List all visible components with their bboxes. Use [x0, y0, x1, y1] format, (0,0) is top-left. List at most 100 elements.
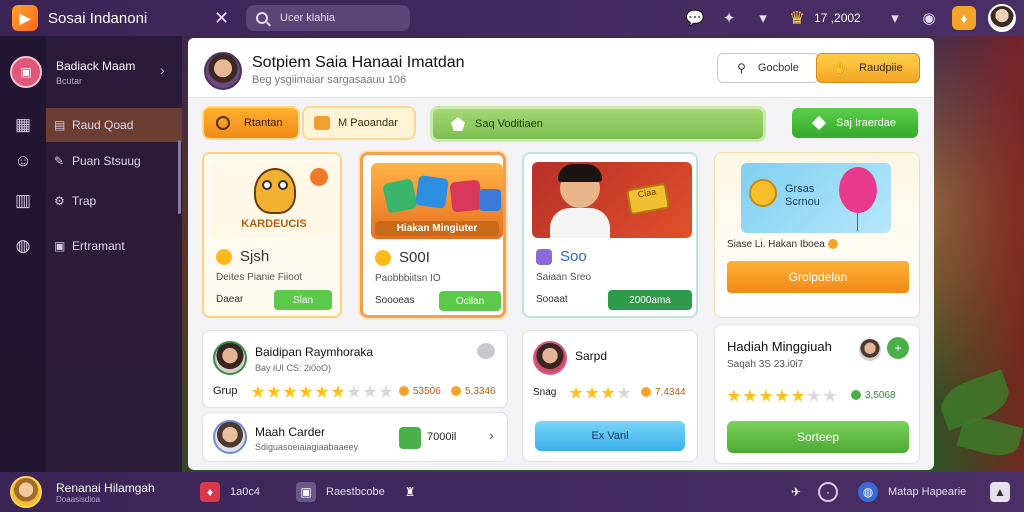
diamond-icon — [811, 115, 827, 131]
card-meta: Daear — [216, 294, 244, 305]
stat-value: 53506 — [399, 386, 441, 397]
button-label: Slan — [292, 294, 313, 306]
chat-icon[interactable]: 💬 — [684, 7, 706, 29]
card-action-button[interactable]: Ocilan — [439, 291, 501, 311]
card-action-button[interactable]: 2000ama — [608, 290, 692, 310]
list-item-sub: Bay iUI CS: 2i0oO) — [255, 363, 332, 373]
add-icon[interactable]: + — [887, 337, 909, 359]
settings-icon[interactable]: ▾ — [752, 7, 774, 29]
list-item-label: Grup — [213, 385, 238, 397]
star-icon — [569, 386, 583, 399]
card-title-text: Sjsh — [240, 248, 270, 265]
list-item-name: Baidipan Raymhoraka — [255, 345, 374, 359]
bottom-user-name: Renanai Hilamgah — [56, 480, 155, 495]
list-item[interactable]: Sarpd Snag 7,4344 Ex Vanl — [522, 330, 698, 462]
list-item[interactable]: Baidipan Raymhoraka Bay iUI CS: 2i0oO) G… — [202, 330, 508, 408]
tab-label: Rtantan — [244, 117, 283, 129]
store-icon: ▦ — [14, 115, 32, 134]
megaphone-icon: ✈ — [790, 485, 802, 499]
search-input[interactable]: Ucer klahia — [246, 5, 410, 31]
bottom-item-megaphone[interactable]: ✈ — [786, 482, 816, 502]
gamepad-icon[interactable]: ✦ — [718, 7, 740, 29]
chevron-right-icon[interactable]: › — [489, 427, 494, 443]
card-title: Sjsh — [216, 248, 269, 265]
list-item[interactable]: Maah Carder Sdiguasoeiaiagiaabaaeey 7000… — [202, 412, 508, 462]
chevron-up-icon: ▲ — [990, 482, 1010, 502]
list-item-name: Sarpd — [575, 349, 608, 363]
gift-icon: ♦ — [200, 482, 220, 502]
coin-icon — [641, 387, 651, 398]
list-item-value: 7000il — [427, 431, 457, 443]
sidebar-item-raud-qoad[interactable]: ▦ ▤ Raud Qoad — [0, 108, 182, 142]
settings-icon: ◍ — [15, 236, 31, 255]
main-panel: Sotpiem Saia Hanaai Imatdan Beg ysgiimai… — [188, 38, 934, 470]
avatar — [533, 341, 567, 375]
sidebar-item-label: Ertramant — [72, 239, 125, 253]
avatar[interactable] — [988, 4, 1016, 32]
bottom-item-shield[interactable]: · — [818, 482, 848, 502]
star-icon — [363, 385, 377, 398]
gift-icon[interactable]: ♦ — [952, 6, 976, 30]
promo-action-button[interactable]: Grolpdelan — [727, 261, 909, 293]
list-item[interactable]: Hadiah Minggiuah + Saqah 3S 23.i0i7 3,50… — [714, 324, 920, 464]
app-logo[interactable]: ▶ — [12, 5, 38, 31]
close-icon[interactable]: ✕ — [214, 8, 234, 29]
profile-subtitle: Bcutar — [56, 75, 83, 86]
tab-paoandar[interactable]: M Paoandar — [302, 106, 416, 140]
store-small-icon: ▤ — [54, 118, 66, 132]
raudpiie-button[interactable]: ✋ Raudpiie — [816, 53, 920, 83]
card-title: Soo — [536, 248, 587, 265]
thumbnail-text: Grsas Scrnou — [785, 183, 820, 208]
game-card[interactable]: Ciaa Soo Saiaan Sreo Sooaat 2000ama — [522, 152, 698, 318]
card-action-button[interactable]: Slan — [274, 290, 332, 310]
star-icon — [617, 386, 631, 399]
ex-vanl-button[interactable]: Ex Vanl — [535, 421, 685, 451]
category-search-bar[interactable]: Saq Voditiaen — [430, 106, 766, 142]
controller-icon[interactable]: ◉ — [918, 7, 940, 29]
scroll-up-button[interactable]: ▲ — [990, 482, 1020, 502]
bottom-item-label: 1a0c4 — [230, 486, 260, 498]
sidebar-profile[interactable]: ▣ Badiack Maam Bcutar › — [10, 56, 165, 88]
star-icon — [791, 389, 805, 402]
game-card[interactable]: Hiakan Mingiuter S00I Paobbbiitsn IO Soo… — [360, 152, 506, 318]
star-icon — [775, 389, 789, 402]
stat-value: 3,5068 — [851, 390, 896, 401]
avatar[interactable] — [204, 52, 242, 90]
bottom-item-label: Matap Hapearie — [888, 486, 967, 498]
star-icon — [315, 385, 329, 398]
saj-iraerdae-button[interactable]: Saj Iraerdae — [792, 108, 918, 138]
bottom-item-rook[interactable]: ♜ — [400, 482, 430, 502]
sorteep-button[interactable]: Sorteep — [727, 421, 909, 453]
promo-thumbnail: Grsas Scrnou — [741, 163, 891, 233]
page-title: Sotpiem Saia Hanaai Imatdan — [252, 54, 465, 71]
sidebar-scrollbar[interactable] — [178, 140, 181, 214]
sidebar-item-ertramant[interactable]: ◍ ▣ Ertramant — [0, 229, 182, 263]
chevron-down-icon[interactable]: ▾ — [884, 7, 906, 29]
bottom-item-camera[interactable]: ▣ Raestbcobe — [296, 482, 385, 502]
stat-text: 3,5068 — [865, 390, 896, 401]
sidebar-item-puan-stsuug[interactable]: ☺ ✎ Puan Stsuug — [0, 144, 182, 178]
shield-icon: · — [818, 482, 838, 502]
gocbole-button[interactable]: ⚲ Gocbole — [717, 53, 819, 83]
bottom-item-gift[interactable]: ♦ 1a0c4 — [200, 482, 260, 502]
star-icon — [347, 385, 361, 398]
stat-value: 7,4344 — [641, 387, 686, 398]
star-icon — [601, 386, 615, 399]
window-icon: ▣ — [54, 239, 66, 253]
star-icon — [283, 385, 297, 398]
chat-bubble-icon[interactable] — [477, 343, 495, 359]
game-card[interactable]: KARDEUCIS Sjsh Deites Pianie Fiioot Daea… — [202, 152, 342, 318]
avatar[interactable] — [10, 476, 42, 508]
star-icon — [251, 385, 265, 398]
chevron-right-icon[interactable]: › — [160, 62, 165, 78]
bottom-item-globe[interactable]: ◍ Matap Hapearie — [858, 482, 966, 502]
profile-icon: ▣ — [10, 56, 42, 88]
tab-rtantan[interactable]: Rtantan — [202, 106, 300, 140]
panel-header: Sotpiem Saia Hanaai Imatdan Beg ysgiimai… — [188, 38, 934, 98]
sidebar-item-trap[interactable]: ▥ ⚙ Trap — [0, 184, 182, 218]
sidebar: ▣ Badiack Maam Bcutar › ▦ ▤ Raud Qoad ☺ … — [0, 36, 182, 472]
sidebar-item-label: Trap — [72, 194, 97, 208]
rook-icon: ♜ — [404, 485, 416, 499]
promo-caption-text: Siase Li. Hakan Iboea — [727, 239, 825, 250]
promo-card[interactable]: Grsas Scrnou Siase Li. Hakan Iboea Grolp… — [714, 152, 920, 318]
